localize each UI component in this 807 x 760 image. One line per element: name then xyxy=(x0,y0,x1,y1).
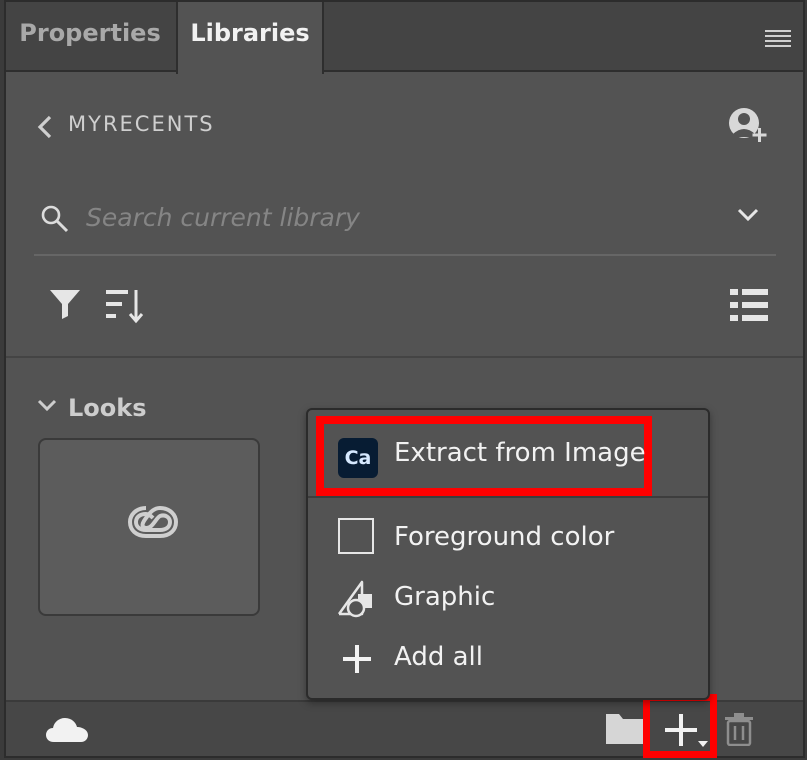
sort-icon[interactable] xyxy=(104,286,144,326)
capture-app-icon: Ca xyxy=(338,438,378,478)
menu-item-label: Add all xyxy=(394,642,483,672)
search-icon xyxy=(41,205,69,233)
menu-item-add-all[interactable]: Add all xyxy=(308,630,708,688)
tab-properties[interactable]: Properties xyxy=(6,2,174,72)
collapse-chevron-icon[interactable] xyxy=(36,398,58,414)
panel-menu-icon[interactable] xyxy=(765,30,791,50)
toolbar-divider xyxy=(6,356,803,358)
add-plus-icon xyxy=(665,714,708,747)
add-content-button[interactable] xyxy=(643,694,717,758)
graphic-icon xyxy=(337,580,372,618)
looks-item-tile[interactable] xyxy=(38,438,260,616)
trash-icon[interactable] xyxy=(722,712,756,746)
new-group-folder-icon[interactable] xyxy=(604,710,646,746)
menu-item-label: Extract from Image xyxy=(394,438,646,468)
search-dropdown-chevron-icon[interactable] xyxy=(736,206,760,224)
creative-cloud-icon xyxy=(128,506,178,538)
menu-item-foreground-color[interactable]: Foreground color xyxy=(308,510,708,568)
group-title-looks[interactable]: Looks xyxy=(68,394,147,422)
plus-icon xyxy=(343,645,371,673)
library-name[interactable]: MYRECENTS xyxy=(68,112,215,136)
tab-libraries[interactable]: Libraries xyxy=(176,2,324,74)
menu-item-graphic[interactable]: Graphic xyxy=(308,570,708,628)
invite-user-icon[interactable] xyxy=(724,106,770,148)
back-chevron-icon[interactable] xyxy=(36,114,54,140)
bottom-toolbar xyxy=(6,694,803,758)
search-input[interactable] xyxy=(84,196,708,238)
tab-bar: Properties Libraries xyxy=(6,2,803,74)
menu-item-extract-from-image[interactable]: Ca Extract from Image xyxy=(308,416,708,496)
color-swatch-icon xyxy=(338,518,374,554)
menu-divider xyxy=(308,496,708,498)
search-divider xyxy=(34,254,776,256)
cloud-sync-icon[interactable] xyxy=(44,714,90,746)
filter-icon[interactable] xyxy=(48,286,82,322)
add-content-menu: Ca Extract from Image Foreground color G… xyxy=(306,408,710,700)
menu-item-label: Graphic xyxy=(394,582,496,612)
list-view-icon[interactable] xyxy=(728,286,770,324)
menu-item-label: Foreground color xyxy=(394,522,615,552)
